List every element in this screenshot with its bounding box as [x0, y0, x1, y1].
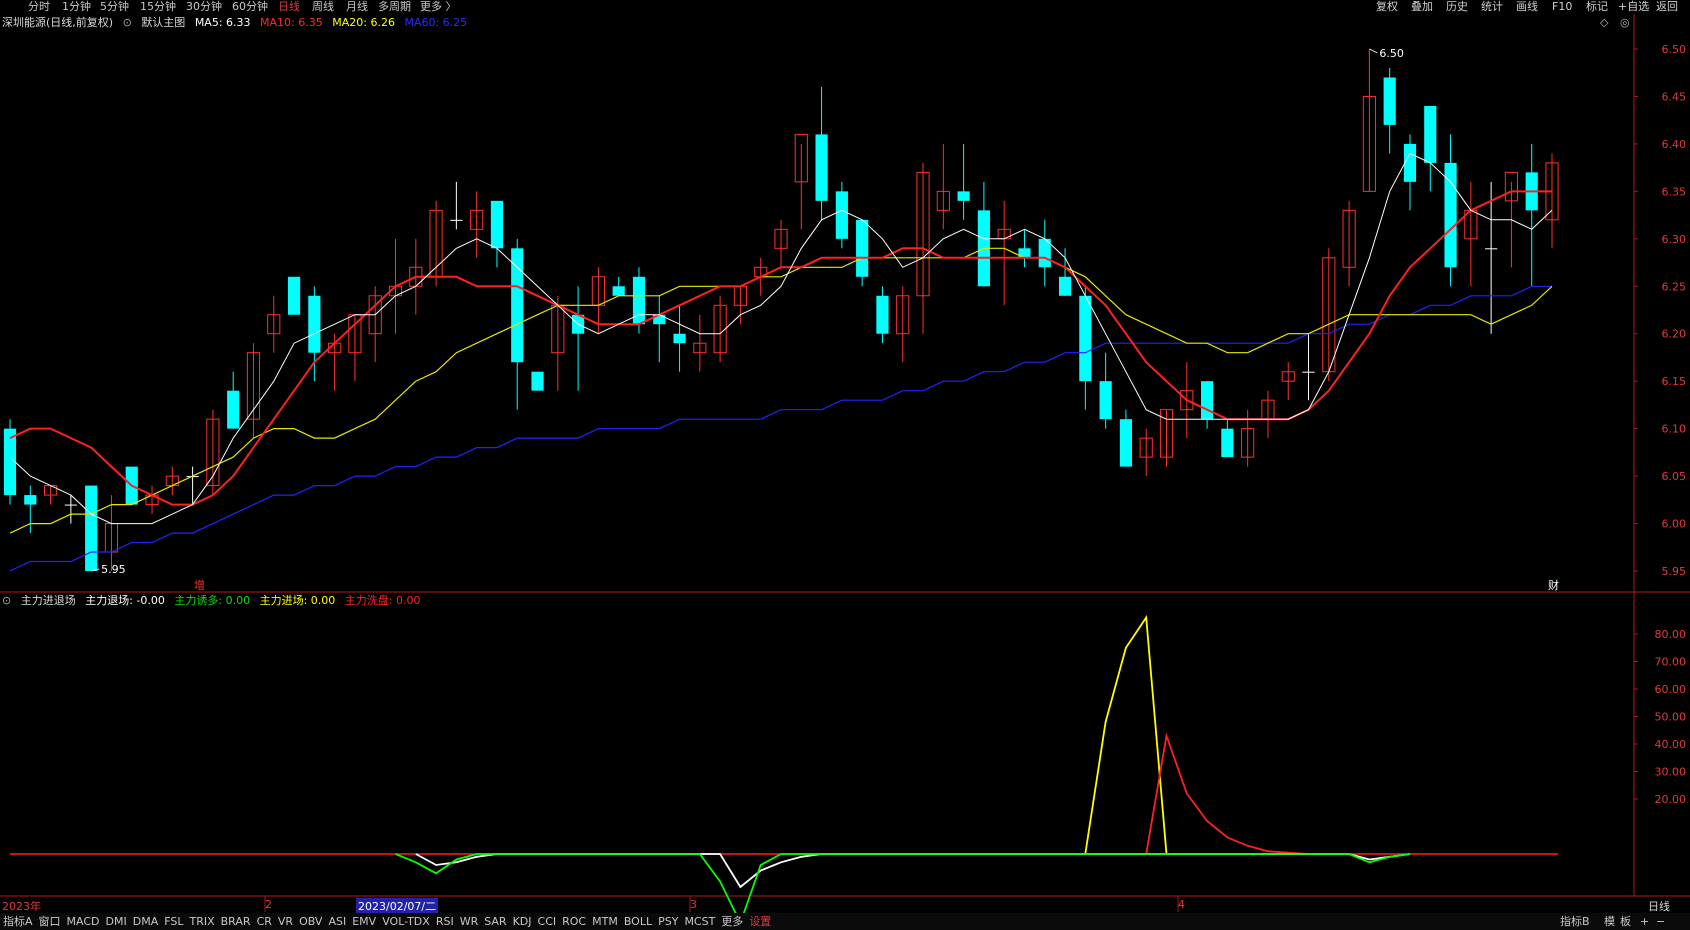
candle-body-down [511, 248, 524, 363]
indicator-tab-12[interactable]: EMV [349, 913, 379, 930]
indicator-tab-21[interactable]: BOLL [621, 913, 655, 930]
bottom-tool-3[interactable]: + [1640, 913, 1649, 930]
candle-body-down [3, 428, 17, 496]
sub-axis-label: 70.00 [1655, 656, 1687, 669]
main-axis-label: 6.25 [1662, 280, 1687, 293]
indicator-tab-6[interactable]: TRIX [186, 913, 217, 930]
main-axis-label: 6.35 [1662, 185, 1687, 198]
indicator-tab-5[interactable]: FSL [161, 913, 186, 930]
indicator-tab-11[interactable]: ASI [325, 913, 349, 930]
sub-axis-label: 50.00 [1655, 711, 1687, 724]
candle-body-down [531, 371, 544, 391]
candle-body-down [835, 191, 848, 239]
candle-body-down [490, 200, 504, 249]
indicator-tab-10[interactable]: OBV [296, 913, 325, 930]
candle-body-down [957, 191, 970, 201]
bottom-tool-0[interactable]: 指标B [1560, 913, 1590, 930]
candle-body-down [1099, 381, 1112, 420]
indicator-tab-17[interactable]: KDJ [510, 913, 535, 930]
indicator-tab-2[interactable]: MACD [64, 913, 103, 930]
candle-body-down [24, 495, 37, 505]
main-axis-label: 6.05 [1662, 470, 1687, 483]
sub-axis-label: 20.00 [1655, 793, 1687, 806]
candle-body-down [1383, 77, 1396, 125]
indicator-tab-3[interactable]: DMI [103, 913, 130, 930]
event-marker-cai: 财 [1548, 578, 1559, 592]
indicator-tab-7[interactable]: BRAR [218, 913, 254, 930]
candle-body-down [1424, 105, 1437, 163]
candle-body-down [227, 390, 240, 429]
time-label-feb: 2 [265, 898, 272, 911]
main-axis-label: 6.45 [1662, 90, 1687, 103]
candle-body-down [856, 219, 869, 277]
candle-body-down [815, 134, 828, 201]
candle-body-down [1403, 143, 1417, 182]
candle-body-down [1200, 381, 1214, 420]
ma20-line [9, 247, 1553, 534]
main-axis-label: 6.40 [1662, 138, 1687, 151]
high-marker [1369, 48, 1378, 54]
crosshair-date: 2023/02/07/二 [356, 898, 439, 914]
event-marker-zeng: 增 [194, 578, 205, 592]
series-主力洗盘 [1145, 732, 1309, 855]
candle-body-down [1302, 371, 1315, 373]
candle-body-down [1485, 248, 1498, 250]
candle-body-down [1119, 419, 1133, 467]
candle-body-down [876, 295, 889, 334]
indicator-tab-24[interactable]: 更多 [718, 913, 746, 930]
time-label-apr: 4 [1178, 898, 1185, 911]
candle-body-down [64, 504, 77, 506]
indicator-tab-8[interactable]: CR [254, 913, 275, 930]
indicator-tab-18[interactable]: CCI [535, 913, 560, 930]
indicator-tab-1[interactable]: 窗口 [36, 913, 64, 930]
indicator-tab-25[interactable]: 设置 [746, 913, 774, 930]
indicator-tab-13[interactable]: VOL-TDX [379, 913, 433, 930]
sub-axis-label: 40.00 [1655, 738, 1687, 751]
main-axis-label: 6.30 [1662, 233, 1687, 246]
bottom-tool-2[interactable]: 板 [1620, 913, 1631, 930]
main-axis-label: 6.00 [1662, 518, 1687, 531]
indicator-tab-0[interactable]: 指标A [0, 913, 36, 930]
bottom-tool-4[interactable]: − [1656, 913, 1665, 930]
series-主力进场 [1084, 614, 1168, 855]
main-axis-label: 6.20 [1662, 328, 1687, 341]
indicator-tab-4[interactable]: DMA [130, 913, 162, 930]
indicator-tab-15[interactable]: WR [457, 913, 482, 930]
candle-body-down [308, 295, 321, 353]
kline-chart[interactable]: 6.50 6.45 6.40 6.35 6.30 6.25 6.20 6.15 6.10 6.05… [0, 0, 1690, 930]
candle-body-down [450, 219, 463, 221]
main-axis-label: 6.50 [1662, 43, 1687, 56]
candle-body-down [1058, 276, 1072, 296]
indicator-tab-bar: 指标A 窗口 MACD DMI DMA FSL TRIX BRAR CR VR OBV ASI EMV V… [0, 913, 1690, 930]
candle-body-down [1221, 428, 1234, 458]
indicator-tab-16[interactable]: SAR [481, 913, 509, 930]
candle-body-down [1079, 295, 1092, 382]
indicator-tab-9[interactable]: VR [275, 913, 296, 930]
indicator-tab-22[interactable]: PSY [655, 913, 681, 930]
bottom-tool-1[interactable]: 模 [1604, 913, 1615, 930]
main-axis-label: 5.95 [1662, 565, 1687, 578]
high-price-label: 6.50 [1379, 47, 1404, 60]
indicator-tab-20[interactable]: MTM [589, 913, 621, 930]
ma60-line [9, 285, 1552, 572]
indicator-tab-23[interactable]: MCST [681, 913, 718, 930]
sub-axis-label: 30.00 [1655, 766, 1687, 779]
candle-body-down [85, 485, 98, 572]
candle-body-down [612, 286, 625, 296]
ma5-line [9, 152, 1553, 525]
candle-body-down [673, 333, 686, 344]
main-axis-label: 6.15 [1662, 375, 1687, 388]
indicator-tab-14[interactable]: RSI [433, 913, 457, 930]
low-price-label: 5.95 [101, 563, 126, 576]
period-label: 日线 [1648, 900, 1670, 913]
time-label-year: 2023年 [2, 900, 41, 913]
time-label-mar: 3 [690, 898, 697, 911]
candle-body-down [287, 276, 301, 315]
series-主力退场 [415, 853, 1411, 889]
sub-axis-label: 80.00 [1655, 628, 1687, 641]
indicator-tab-19[interactable]: ROC [559, 913, 589, 930]
main-axis-label: 6.10 [1662, 423, 1687, 436]
sub-axis-label: 60.00 [1655, 683, 1687, 696]
